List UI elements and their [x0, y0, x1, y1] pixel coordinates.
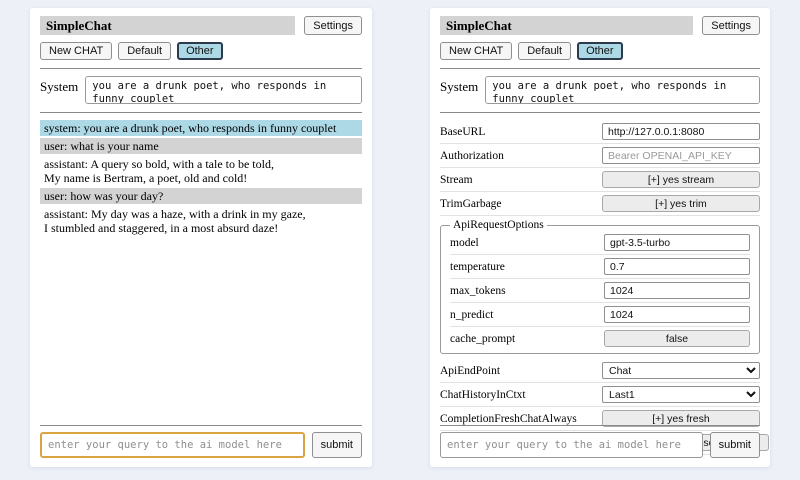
- settings-label-n-predict: n_predict: [450, 309, 493, 321]
- chat-message-assistant: assistant: A query so bold, with a tale …: [40, 156, 362, 186]
- temperature-input[interactable]: [604, 258, 750, 275]
- settings-row-authorization: Authorization: [440, 144, 760, 168]
- authorization-input[interactable]: [602, 147, 760, 164]
- app-title: SimpleChat: [440, 16, 693, 35]
- settings-rows-top: BaseURL Authorization Stream [+] yes stream…: [440, 120, 760, 216]
- chat-messages: system: you are a drunk poet, who respon…: [40, 120, 362, 236]
- max-tokens-input[interactable]: [604, 282, 750, 299]
- app-title: SimpleChat: [40, 16, 295, 35]
- settings-panel: SimpleChat Settings New CHAT Default Othe…: [430, 8, 770, 467]
- settings-button[interactable]: Settings: [702, 16, 760, 35]
- trimgarbage-toggle-button[interactable]: [+] yes trim: [602, 195, 760, 212]
- baseurl-input[interactable]: [602, 123, 760, 140]
- settings-row-n-predict: n_predict: [450, 303, 750, 327]
- chat-toolbar: New CHAT Default Other: [40, 42, 362, 60]
- panel-header: SimpleChat Settings: [440, 16, 760, 35]
- session-button-other[interactable]: Other: [577, 42, 623, 60]
- chat-toolbar: New CHAT Default Other: [440, 42, 760, 60]
- settings-label-cache-prompt: cache_prompt: [450, 333, 515, 345]
- system-prompt-textarea[interactable]: you are a drunk poet, who responds in fu…: [485, 76, 760, 104]
- session-button-default[interactable]: Default: [518, 42, 571, 60]
- api-request-options-fieldset: ApiRequestOptions model temperature max_to…: [440, 219, 760, 354]
- settings-row-max-tokens: max_tokens: [450, 279, 750, 303]
- settings-button[interactable]: Settings: [304, 16, 362, 35]
- session-button-other[interactable]: Other: [177, 42, 223, 60]
- chat-message-user: user: what is your name: [40, 138, 362, 154]
- divider: [40, 68, 362, 69]
- session-button-default[interactable]: Default: [118, 42, 171, 60]
- settings-label-stream: Stream: [440, 174, 473, 186]
- settings-label-trimgarbage: TrimGarbage: [440, 198, 502, 210]
- n-predict-input[interactable]: [604, 306, 750, 323]
- chathistoryinctxt-select[interactable]: Last1: [602, 386, 760, 403]
- system-prompt-textarea[interactable]: you are a drunk poet, who responds in fu…: [85, 76, 362, 104]
- divider: [440, 425, 760, 426]
- query-input[interactable]: [40, 432, 305, 458]
- new-chat-button[interactable]: New CHAT: [40, 42, 112, 60]
- settings-label-completionfreshchatalways: CompletionFreshChatAlways: [440, 413, 577, 425]
- settings-label-baseurl: BaseURL: [440, 126, 485, 138]
- chat-message-system: system: you are a drunk poet, who respon…: [40, 120, 362, 136]
- settings-row-stream: Stream [+] yes stream: [440, 168, 760, 192]
- session-buttons: Default Other: [518, 42, 622, 60]
- system-label: System: [440, 76, 478, 95]
- settings-row-chathistoryinctxt: ChatHistoryInCtxt Last1: [440, 383, 760, 407]
- settings-label-chathistoryinctxt: ChatHistoryInCtxt: [440, 389, 526, 401]
- settings-row-trimgarbage: TrimGarbage [+] yes trim: [440, 192, 760, 216]
- settings-label-temperature: temperature: [450, 261, 505, 273]
- divider: [440, 112, 760, 113]
- settings-row-cache-prompt: cache_prompt false: [450, 327, 750, 350]
- submit-button[interactable]: submit: [312, 432, 362, 458]
- new-chat-button[interactable]: New CHAT: [440, 42, 512, 60]
- query-bar: submit: [40, 425, 362, 458]
- session-buttons: Default Other: [118, 42, 222, 60]
- settings-row-apiendpoint: ApiEndPoint Chat: [440, 359, 760, 383]
- model-input[interactable]: [604, 234, 750, 251]
- chat-message-user: user: how was your day?: [40, 188, 362, 204]
- stream-toggle-button[interactable]: [+] yes stream: [602, 171, 760, 188]
- chat-message-assistant: assistant: My day was a haze, with a dri…: [40, 206, 362, 236]
- settings-row-temperature: temperature: [450, 255, 750, 279]
- query-bar: submit: [440, 425, 760, 458]
- panel-header: SimpleChat Settings: [40, 16, 362, 35]
- cache-prompt-toggle-button[interactable]: false: [604, 330, 750, 347]
- settings-label-apiendpoint: ApiEndPoint: [440, 365, 500, 377]
- settings-row-model: model: [450, 231, 750, 255]
- settings-label-authorization: Authorization: [440, 150, 504, 162]
- fieldset-legend: ApiRequestOptions: [450, 219, 547, 231]
- settings-label-max-tokens: max_tokens: [450, 285, 506, 297]
- settings-row-baseurl: BaseURL: [440, 120, 760, 144]
- system-label: System: [40, 76, 78, 95]
- submit-button[interactable]: submit: [710, 432, 760, 458]
- divider: [40, 425, 362, 426]
- apiendpoint-select[interactable]: Chat: [602, 362, 760, 379]
- chat-panel: SimpleChat Settings New CHAT Default Othe…: [30, 8, 372, 467]
- settings-label-model: model: [450, 237, 479, 249]
- settings-rows-fieldset: model temperature max_tokens n_predictcache…: [450, 231, 750, 350]
- query-input[interactable]: [440, 432, 703, 458]
- divider: [40, 112, 362, 113]
- system-prompt-row: System you are a drunk poet, who respond…: [440, 76, 760, 104]
- divider: [440, 68, 760, 69]
- system-prompt-row: System you are a drunk poet, who respond…: [40, 76, 362, 104]
